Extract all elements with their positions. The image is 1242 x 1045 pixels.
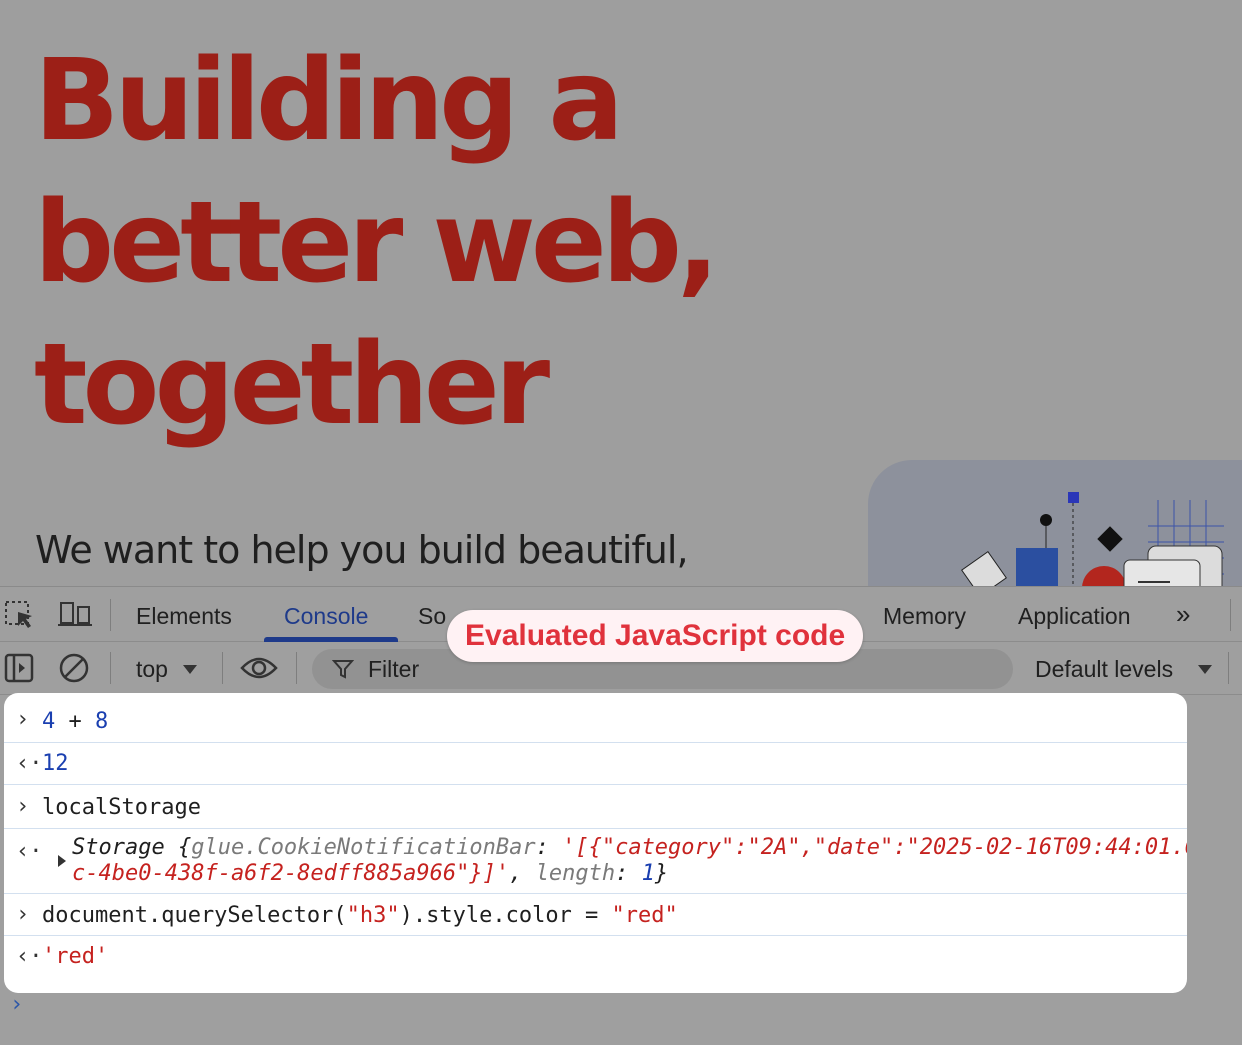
sidebar-toggle-icon[interactable] — [4, 652, 34, 689]
chevron-down-icon — [182, 662, 198, 680]
expr-call: document.querySelector( — [42, 903, 347, 928]
tab-application[interactable]: Application — [1018, 603, 1131, 630]
object-sep: , — [509, 861, 536, 886]
object-value-line1: '[{"category":"2A","date":"2025-02-16T09… — [562, 835, 1187, 860]
result-value: 'red' — [42, 944, 109, 969]
expand-triangle-icon[interactable] — [58, 855, 66, 867]
console-output-row[interactable]: ‹· Storage {glue.CookieNotificationBar: … — [4, 829, 1187, 894]
log-levels-dropdown[interactable]: Default levels — [1035, 656, 1173, 683]
result-value: 12 — [42, 751, 69, 776]
hero-illustration — [868, 460, 1242, 600]
expr-selector-arg: "h3" — [346, 903, 400, 928]
object-suffix: } — [654, 861, 669, 886]
object-key: glue.CookieNotificationBar — [191, 835, 536, 860]
console-input-row: › document.querySelector("h3").style.col… — [4, 894, 1187, 936]
object-prefix: Storage { — [72, 835, 192, 860]
expr-assign: ).style.color = — [399, 903, 612, 928]
tab-memory[interactable]: Memory — [883, 603, 966, 630]
heading-line-2: better web, — [34, 178, 720, 308]
object-length-key: length — [535, 861, 616, 886]
tab-sources[interactable]: So — [418, 603, 446, 630]
expr-operator: + — [68, 709, 82, 734]
live-expression-eye-icon[interactable] — [240, 654, 278, 687]
console-input-row: › 4 + 8 — [4, 693, 1187, 743]
output-return-icon: ‹· — [16, 751, 43, 776]
expr-text: localStorage — [42, 795, 201, 820]
expr-right: 8 — [95, 709, 109, 734]
object-length-colon: : — [615, 861, 642, 886]
more-tabs-icon[interactable]: » — [1176, 599, 1190, 630]
filter-placeholder: Filter — [368, 656, 420, 682]
object-length-value: 1 — [641, 861, 655, 886]
object-colon: : — [535, 835, 563, 860]
console-output-row: ‹· 12 — [4, 743, 1187, 785]
levels-chevron-down-icon — [1197, 662, 1213, 680]
inspect-element-icon[interactable] — [4, 599, 36, 636]
heading-line-3: together — [34, 320, 550, 450]
tab-console[interactable]: Console — [284, 603, 368, 630]
page-subline: We want to help you build beautiful, — [35, 528, 689, 572]
output-return-icon: ‹· — [16, 944, 43, 969]
output-return-icon: ‹· — [16, 839, 43, 864]
console-output-row: ‹· 'red' — [4, 936, 1187, 993]
annotation-callout: Evaluated JavaScript code — [447, 610, 864, 662]
console-prompt-icon[interactable]: › — [10, 992, 23, 1017]
object-value-line2: c-4be0-438f-a6f2-8edff885a966"}]' — [72, 861, 510, 886]
console-input-row: › localStorage — [4, 785, 1187, 829]
device-toolbar-icon[interactable] — [58, 599, 92, 636]
heading-line-1: Building a — [34, 36, 624, 166]
input-chevron-icon: › — [16, 902, 30, 927]
clear-console-icon[interactable] — [58, 652, 90, 689]
page-heading: Building a better web, together — [34, 30, 794, 456]
expr-left: 4 — [42, 709, 56, 734]
input-chevron-icon: › — [16, 794, 30, 819]
expr-assigned-value: "red" — [611, 903, 678, 928]
context-selector[interactable]: top — [136, 656, 168, 683]
input-chevron-icon: › — [16, 707, 30, 732]
console-messages: › 4 + 8 ‹· 12 › localStorage ‹· Storage … — [4, 693, 1187, 993]
filter-icon — [331, 658, 355, 685]
tab-elements[interactable]: Elements — [136, 603, 232, 630]
